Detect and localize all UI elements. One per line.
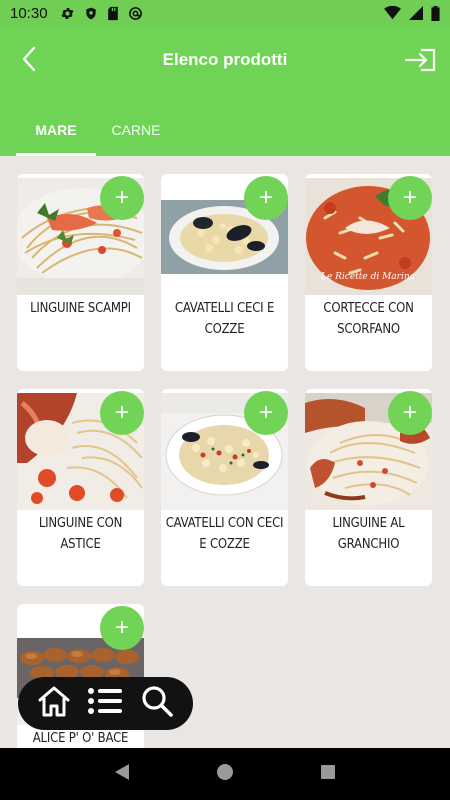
product-name: CORTECCE CON SCORFANO xyxy=(323,301,414,337)
wifi-icon xyxy=(384,6,401,20)
product-name: LINGUINE AL GRANCHIO xyxy=(332,516,405,552)
signal-icon xyxy=(409,6,423,20)
nav-home-button[interactable] xyxy=(32,682,76,726)
list-icon xyxy=(87,686,123,721)
shield-icon xyxy=(84,6,98,21)
nav-list-button[interactable] xyxy=(83,682,127,726)
recents-square-icon xyxy=(320,764,336,785)
back-triangle-icon xyxy=(114,763,130,786)
system-navigation-bar xyxy=(0,748,450,800)
tab-mare[interactable]: MARE xyxy=(16,104,96,156)
add-to-cart-button[interactable]: + xyxy=(388,391,432,435)
product-card[interactable]: + LINGUINE AL GRANCHIO xyxy=(305,389,432,586)
product-name: LINGUINE CON ASTICE xyxy=(38,516,123,552)
add-to-cart-button[interactable]: + xyxy=(388,176,432,220)
product-card[interactable]: + CAVATELLI CECI E COZZE xyxy=(161,174,288,371)
category-tabs: MARE CARNE xyxy=(16,104,176,156)
home-icon xyxy=(36,684,72,723)
product-name: ALICE P' O' BACE xyxy=(32,731,129,746)
product-card[interactable]: + LINGUINE CON ASTICE xyxy=(17,389,144,586)
add-to-cart-button[interactable]: + xyxy=(244,391,288,435)
search-icon xyxy=(140,684,174,723)
battery-icon xyxy=(431,5,440,21)
at-sign-icon xyxy=(128,6,143,21)
image-watermark: Le Ricette di Marina xyxy=(320,272,415,282)
product-card[interactable]: + CAVATELLI CON CECI E COZZE xyxy=(161,389,288,586)
add-to-cart-button[interactable]: + xyxy=(100,606,144,650)
product-card[interactable]: Le Ricette di Marina + CORTECCE CON SCOR… xyxy=(305,174,432,371)
add-to-cart-button[interactable]: + xyxy=(100,391,144,435)
tab-carne[interactable]: CARNE xyxy=(96,104,176,156)
add-to-cart-button[interactable]: + xyxy=(244,176,288,220)
system-back-button[interactable] xyxy=(102,754,142,794)
product-name: CAVATELLI CECI E COZZE xyxy=(174,301,275,337)
product-name: CAVATELLI CON CECI E COZZE xyxy=(165,516,284,552)
product-name: LINGUINE SCAMPI xyxy=(30,301,131,316)
sd-card-icon xyxy=(107,6,119,21)
status-bar: 10:30 xyxy=(0,0,450,26)
home-circle-icon xyxy=(216,763,234,786)
status-time: 10:30 xyxy=(10,4,48,22)
bottom-navigation xyxy=(18,677,193,730)
product-card[interactable]: + LINGUINE SCAMPI xyxy=(17,174,144,371)
nav-search-button[interactable] xyxy=(135,682,179,726)
app-bar: Elenco prodotti MARE CARNE xyxy=(0,26,450,156)
logout-icon xyxy=(404,48,438,78)
gear-icon xyxy=(60,6,75,21)
page-title: Elenco prodotti xyxy=(162,50,288,69)
system-recents-button[interactable] xyxy=(308,754,348,794)
add-to-cart-button[interactable]: + xyxy=(100,176,144,220)
logout-button[interactable] xyxy=(404,46,438,76)
system-home-button[interactable] xyxy=(205,754,245,794)
